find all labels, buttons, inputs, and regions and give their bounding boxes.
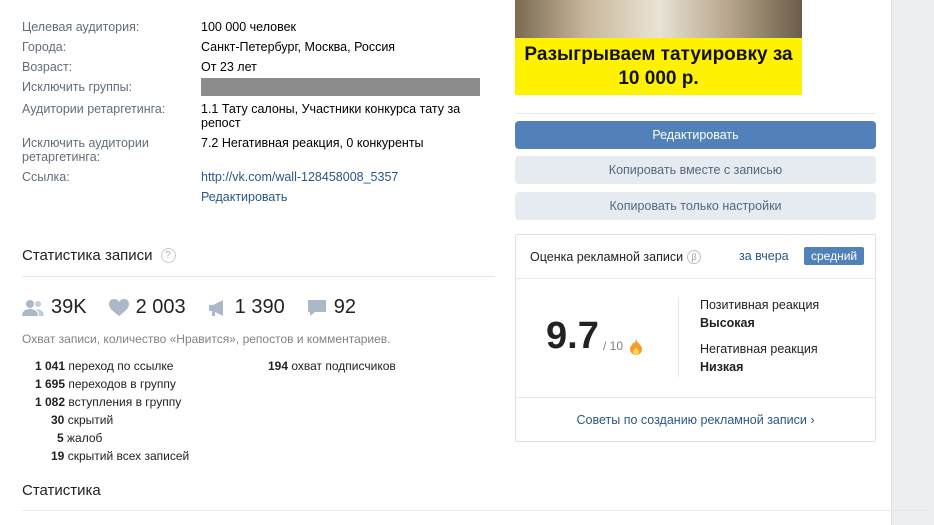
stat-item: 19 скрытий всех записей [35, 447, 189, 465]
stat-text: охват подписчиков [288, 359, 396, 373]
comments-value: 92 [333, 296, 356, 318]
divider [516, 397, 875, 398]
stat-text: жалоб [63, 431, 103, 445]
divider [22, 510, 932, 511]
score-title: Оценка рекламной записи β [530, 250, 702, 264]
reposts-value: 1 390 [234, 296, 285, 318]
copy-with-post-button[interactable]: Копировать вместе с записью [515, 156, 876, 184]
stat-item: 1 041 переход по ссылке [35, 357, 189, 375]
param-link[interactable]: http://vk.com/wall-128458008_5357 [201, 170, 398, 184]
param-value: От 23 лет [201, 60, 257, 74]
score-separator [678, 297, 679, 377]
stat-text: вступления в группу [65, 395, 182, 409]
reach-counter: 39K [22, 296, 87, 319]
comments-counter: 92 [307, 296, 356, 319]
param-label: Исключить группы: [22, 80, 133, 94]
divider [22, 276, 495, 277]
reach-value: 39K [51, 296, 87, 318]
heart-icon [108, 298, 129, 316]
post-stats-title: Статистика записи? [22, 247, 176, 264]
stat-text: скрытий всех записей [64, 449, 190, 463]
people-icon [22, 299, 44, 316]
stat-number: 194 [268, 359, 289, 373]
edit-button[interactable]: Редактировать [515, 121, 876, 149]
stat-number: 1 695 [35, 377, 66, 391]
stat-number: 1 041 [35, 359, 66, 373]
param-value: 1.1 Тату салоны, Участники конкурса тату… [201, 102, 461, 130]
ad-score-card: Оценка рекламной записи β за вчера средни… [515, 234, 876, 442]
stat-list-left: 1 041 переход по ссылке 1 695 переходов в… [35, 357, 189, 465]
likes-value: 2 003 [135, 296, 186, 318]
negative-label: Негативная реакция [700, 342, 818, 356]
megaphone-icon [208, 299, 223, 316]
tips-link[interactable]: Советы по созданию рекламной записи › [516, 413, 875, 427]
stat-text: скрытий [64, 413, 114, 427]
post-stats-title-text: Статистика записи [22, 247, 153, 264]
score-value: 9.7 [546, 315, 599, 357]
positive-value: Высокая [700, 316, 755, 330]
redacted-value [201, 78, 480, 96]
divider [515, 113, 876, 114]
stat-number: 30 [51, 413, 65, 427]
tab-yesterday[interactable]: за вчера [739, 249, 789, 263]
stat-item: 30 скрытий [35, 411, 189, 429]
likes-counter: 2 003 [108, 296, 186, 319]
ad-image[interactable]: Разыгрываем татуировку за 10 000 р. [515, 0, 802, 95]
param-row: Исключить группы: [22, 78, 492, 96]
stat-item: 1 695 переходов в группу [35, 375, 189, 393]
param-row: Целевая аудитория: 100 000 человек [22, 20, 492, 34]
tab-average[interactable]: средний [804, 247, 865, 265]
fire-icon [630, 339, 642, 355]
stat-number: 5 [57, 431, 64, 445]
reposts-counter: 1 390 [208, 296, 285, 319]
beta-icon: β [687, 250, 702, 264]
param-label: Исключить аудитории ретаргетинга: [22, 136, 149, 164]
stat-item: 5 жалоб [35, 429, 189, 447]
param-label: Города: [22, 40, 67, 54]
copy-settings-button[interactable]: Копировать только настройки [515, 192, 876, 220]
stat-text: переход по ссылке [65, 359, 174, 373]
positive-label: Позитивная реакция [700, 298, 820, 312]
score-denominator: / 10 [603, 339, 624, 353]
param-row: Возраст: От 23 лет [22, 60, 492, 74]
param-value: 100 000 человек [201, 20, 297, 34]
param-label: Аудитории ретаргетинга: [22, 102, 166, 116]
stat-text: переходов в группу [65, 377, 176, 391]
stat-list-right: 194 охват подписчиков [268, 357, 396, 375]
param-row: Города: Санкт-Петербург, Москва, Россия [22, 40, 492, 54]
help-icon[interactable]: ? [160, 248, 176, 263]
stat-item: 194 охват подписчиков [268, 357, 396, 375]
comment-icon [307, 299, 326, 316]
param-row: Аудитории ретаргетинга: 1.1 Тату салоны, … [22, 102, 492, 130]
param-value: 7.2 Негативная реакция, 0 конкуренты [201, 136, 424, 150]
param-row: Ссылка: http://vk.com/wall-128458008_5357 [22, 170, 492, 184]
divider [516, 278, 875, 279]
stat-item: 1 082 вступления в группу [35, 393, 189, 411]
score-title-text: Оценка рекламной записи [530, 250, 684, 264]
stats-title: Статистика [22, 482, 101, 499]
param-label: Возраст: [22, 60, 73, 74]
param-value: Санкт-Петербург, Москва, Россия [201, 40, 396, 54]
param-row: Исключить аудитории ретаргетинга: 7.2 Нег… [22, 136, 492, 164]
counters-caption: Охват записи, количество «Нравится», реп… [22, 332, 391, 346]
main-card: Целевая аудитория: 100 000 человек Города:… [0, 0, 932, 525]
param-label: Целевая аудитория: [22, 20, 140, 34]
stat-number: 19 [51, 449, 65, 463]
edit-params-link[interactable]: Редактировать [201, 190, 287, 204]
negative-value: Низкая [700, 360, 744, 374]
param-label: Ссылка: [22, 170, 70, 184]
post-counters: 39K 2 003 1 390 92 [22, 296, 378, 319]
ad-banner-text: Разыгрываем татуировку за 10 000 р. [515, 38, 802, 95]
ad-params: Целевая аудитория: 100 000 человек Города:… [22, 20, 492, 210]
stat-number: 1 082 [35, 395, 66, 409]
